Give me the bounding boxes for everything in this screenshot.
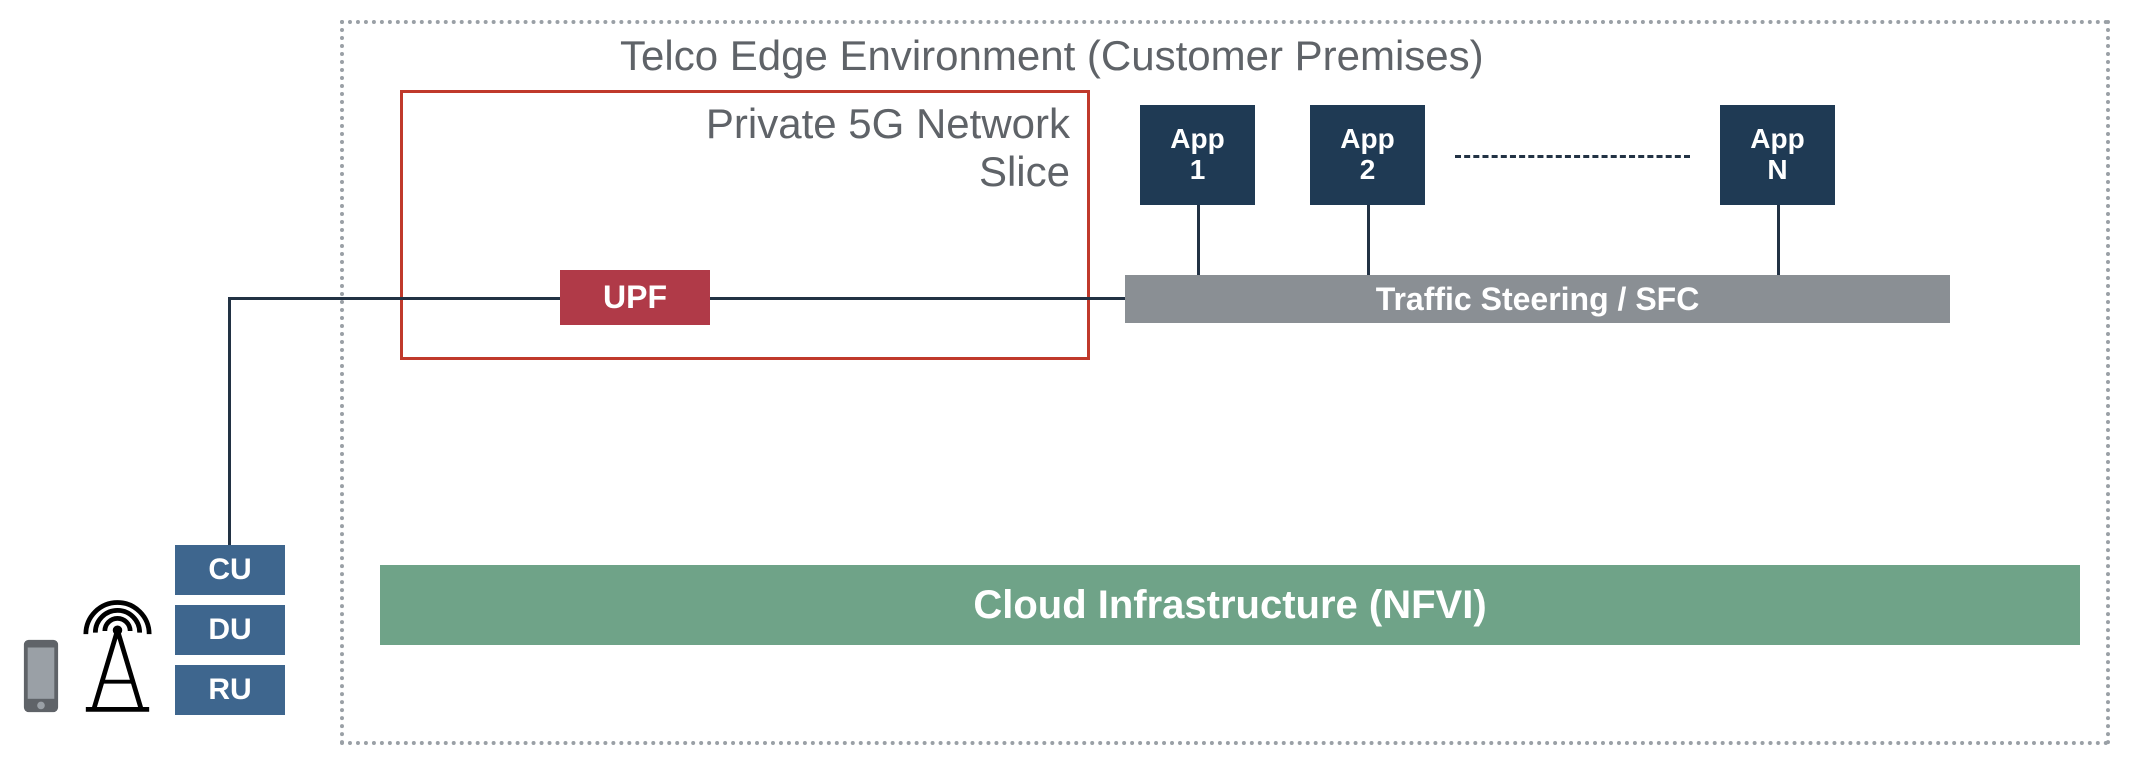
private-5g-slice-title: Private 5G Network Slice xyxy=(590,100,1070,197)
phone-icon xyxy=(22,638,60,714)
nfvi-bar: Cloud Infrastructure (NFVI) xyxy=(380,565,2080,645)
app-1-label-line2: 1 xyxy=(1190,155,1206,186)
antenna-icon xyxy=(70,585,165,715)
appn-to-ts-line xyxy=(1777,205,1780,275)
app-2-label-line1: App xyxy=(1340,124,1394,155)
app-2-node: App 2 xyxy=(1310,105,1425,205)
edge-environment-title: Telco Edge Environment (Customer Premise… xyxy=(620,32,1484,80)
upf-node: UPF xyxy=(560,270,710,325)
app-n-label-line2: N xyxy=(1767,155,1787,186)
ran-cu: CU xyxy=(175,545,285,595)
app-n-node: App N xyxy=(1720,105,1835,205)
slice-title-line1: Private 5G Network Slice xyxy=(590,100,1070,197)
app-n-label-line1: App xyxy=(1750,124,1804,155)
app2-to-ts-line xyxy=(1367,205,1370,275)
app-2-label-line2: 2 xyxy=(1360,155,1376,186)
upf-to-ts-line xyxy=(710,297,1125,300)
app-1-node: App 1 xyxy=(1140,105,1255,205)
apps-ellipsis-line xyxy=(1455,155,1690,158)
traffic-steering-bar: Traffic Steering / SFC xyxy=(1125,275,1950,323)
ran-to-upf-line xyxy=(228,297,560,300)
app-1-label-line1: App xyxy=(1170,124,1224,155)
ran-vertical-line xyxy=(228,297,231,545)
app1-to-ts-line xyxy=(1197,205,1200,275)
diagram-stage: Telco Edge Environment (Customer Premise… xyxy=(0,0,2132,768)
ran-du: DU xyxy=(175,605,285,655)
ran-ru: RU xyxy=(175,665,285,715)
